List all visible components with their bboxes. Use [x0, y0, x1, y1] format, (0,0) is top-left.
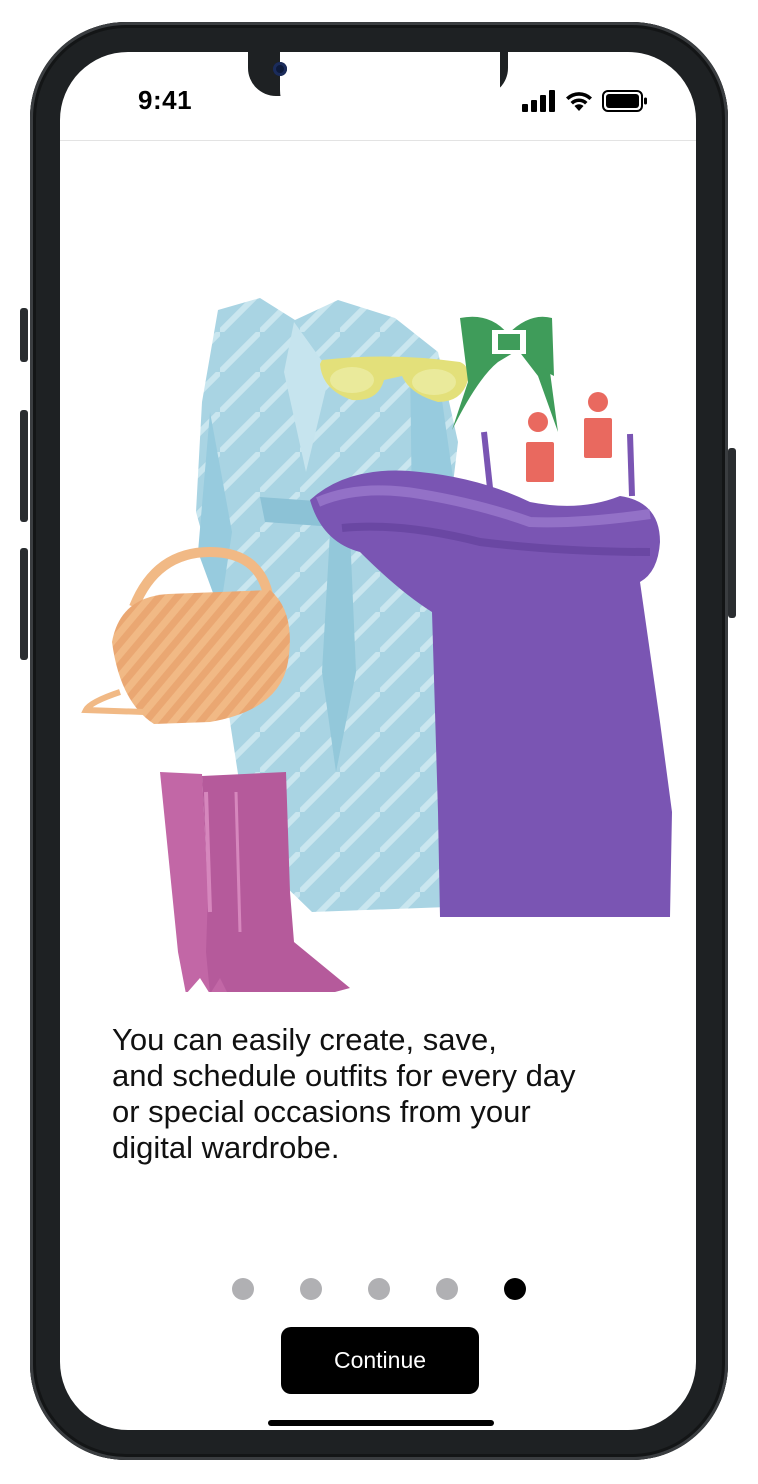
- volume-down-button: [20, 548, 28, 660]
- home-indicator[interactable]: [268, 1420, 494, 1426]
- cellular-signal-icon: [522, 90, 555, 112]
- earrings-image: [526, 392, 612, 482]
- page-dot[interactable]: [436, 1278, 458, 1300]
- silent-switch: [20, 308, 28, 362]
- dynamic-island: [280, 52, 500, 130]
- header-divider: [60, 140, 696, 141]
- page-indicator: [232, 1278, 526, 1300]
- outfit-illustration: [81, 298, 672, 992]
- wifi-icon: [566, 92, 592, 111]
- status-time: 9:41: [138, 85, 193, 115]
- volume-up-button: [20, 410, 28, 522]
- power-button: [728, 448, 736, 618]
- page-dot-active[interactable]: [504, 1278, 526, 1300]
- status-icons: [522, 90, 648, 112]
- onboarding-description: You can easily create, save, and schedul…: [112, 1022, 576, 1165]
- app-screen: 9:41 You can easily create, save, and sc…: [60, 52, 696, 1430]
- page-dot[interactable]: [368, 1278, 390, 1300]
- continue-button[interactable]: Continue: [281, 1327, 479, 1394]
- front-camera: [273, 62, 287, 76]
- page-dot[interactable]: [300, 1278, 322, 1300]
- battery-icon: [602, 90, 647, 112]
- handbag-image: [81, 546, 290, 724]
- page-dot[interactable]: [232, 1278, 254, 1300]
